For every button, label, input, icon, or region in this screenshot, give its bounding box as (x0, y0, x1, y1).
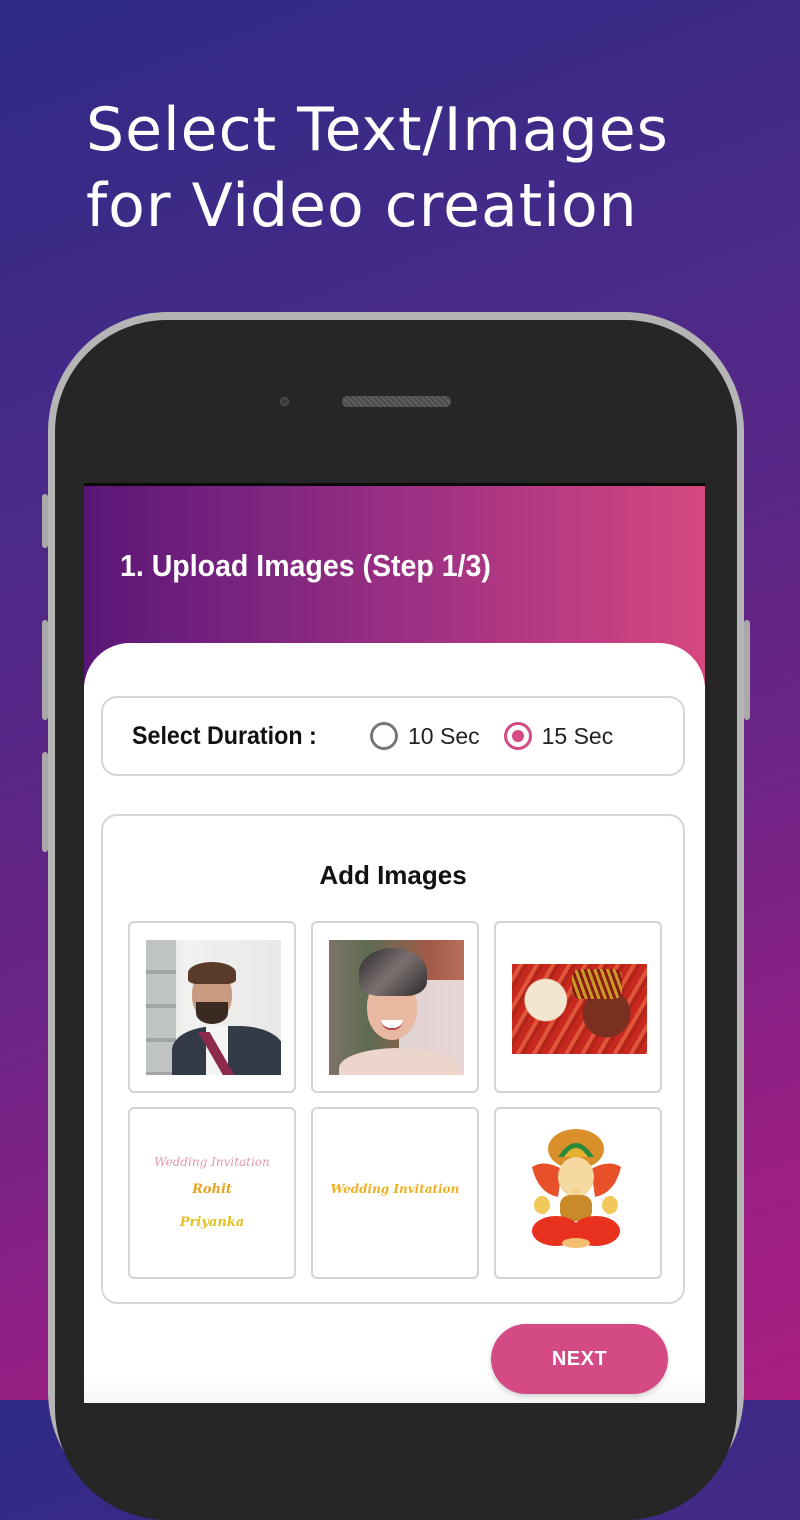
duration-card: Select Duration : 10 Sec 15 Sec (101, 696, 685, 776)
front-camera-icon (280, 397, 289, 406)
groom-portrait-image (146, 940, 281, 1075)
image-tile-4[interactable]: Wedding Invitation Rohit Priyanka (128, 1107, 296, 1279)
ganesha-ear-left (532, 1163, 562, 1197)
duration-option-15-sec[interactable]: 15 Sec (503, 722, 614, 750)
add-images-title: Add Images (319, 860, 467, 890)
ganesha-ear-right (591, 1163, 621, 1197)
henna-hands-image (512, 964, 647, 1054)
image-tile-5[interactable]: Wedding Invitation (311, 1107, 479, 1279)
radio-unchecked-icon[interactable] (370, 722, 398, 750)
ganesha-hand-left (534, 1196, 550, 1214)
image-grid: Wedding Invitation Rohit Priyanka Weddin… (128, 921, 662, 1279)
promo-headline-line2: for Video creation (86, 171, 638, 241)
radio-checked-icon[interactable] (503, 722, 532, 750)
invitation-text-line: Wedding Invitation (154, 1155, 270, 1169)
duration-option-10-sec[interactable]: 10 Sec (370, 722, 480, 750)
image-tile-2[interactable] (311, 921, 479, 1093)
phone-volume-down-button (42, 752, 48, 852)
ganesha-hand-right (602, 1196, 618, 1214)
image-tile-6[interactable] (494, 1107, 662, 1279)
promo-headline: Select Text/Images for Video creation (86, 92, 669, 244)
app-screen: 1. Upload Images (Step 1/3) Select Durat… (84, 483, 705, 1403)
promo-headline-line1: Select Text/Images (86, 95, 669, 165)
duration-option-label: 15 Sec (541, 722, 614, 749)
page-title: 1. Upload Images (Step 1/3) (120, 548, 491, 583)
ganesha-image (532, 1129, 621, 1248)
phone-volume-up-button (42, 620, 48, 720)
add-images-card: Add Images Wedding Invitation Rohit Priy… (101, 814, 685, 1304)
duration-option-label: 10 Sec (408, 722, 480, 749)
invitation-text-line: Priyanka (179, 1215, 245, 1230)
phone-silent-switch (42, 494, 48, 548)
invitation-text-line: Rohit (192, 1182, 232, 1197)
bride-portrait-image (329, 940, 464, 1075)
next-button[interactable]: NEXT (491, 1324, 668, 1394)
image-tile-1[interactable] (128, 921, 296, 1093)
duration-label: Select Duration : (132, 721, 317, 750)
content-panel: Select Duration : 10 Sec 15 Sec Add Imag… (84, 643, 705, 1403)
earpiece-speaker-icon (342, 396, 451, 407)
ganesha-feet (562, 1238, 590, 1248)
image-tile-3[interactable] (494, 921, 662, 1093)
phone-power-button (744, 620, 750, 720)
invitation-text-line: Wedding Invitation (330, 1182, 460, 1196)
